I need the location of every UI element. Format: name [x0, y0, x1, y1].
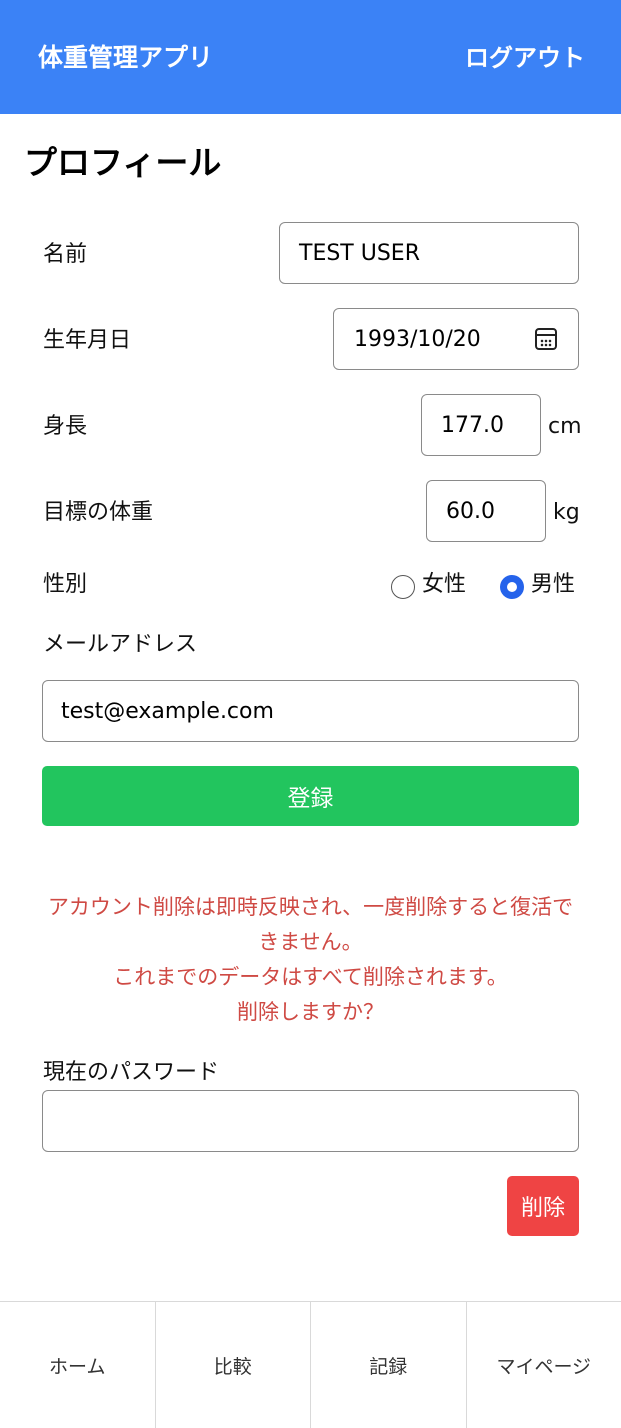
gender-label: 性別 [43, 572, 88, 597]
delete-warning-line-3: これまでのデータはすべて削除されます。 [113, 965, 508, 989]
delete-warning-line-2: きません。 [258, 930, 363, 954]
delete-account-button[interactable]: 削除 [507, 1176, 579, 1236]
logout-button[interactable]: ログアウト [465, 38, 585, 78]
birthdate-input-value: 1993/10/20 [354, 326, 481, 352]
email-input[interactable]: test@example.com [42, 680, 579, 742]
target-weight-input-value: 60.0 [446, 498, 495, 524]
password-input[interactable] [42, 1090, 579, 1152]
delete-warning-line-1: アカウント削除は即時反映され、一度削除すると復活で [47, 895, 574, 919]
register-button[interactable]: 登録 [42, 766, 579, 826]
height-unit: cm [548, 414, 582, 439]
nav-item-compare[interactable]: 比較 [156, 1302, 311, 1428]
email-label: メールアドレス [43, 632, 198, 657]
height-input-value: 177.0 [441, 412, 504, 438]
nav-item-home[interactable]: ホーム [0, 1302, 156, 1428]
radio-unchecked-icon[interactable] [391, 575, 415, 599]
nav-item-mypage[interactable]: マイページ [467, 1302, 621, 1428]
calendar-icon[interactable] [535, 328, 557, 350]
app-title: 体重管理アプリ [38, 43, 214, 72]
app-header: 体重管理アプリ ログアウト [0, 0, 621, 114]
name-label: 名前 [43, 242, 88, 267]
birthdate-label: 生年月日 [43, 328, 132, 353]
height-input[interactable]: 177.0 [421, 394, 541, 456]
radio-checked-icon[interactable] [500, 575, 524, 599]
delete-warning-line-4: 削除しますか？ [237, 1000, 384, 1024]
nav-item-records[interactable]: 記録 [311, 1302, 467, 1428]
password-label: 現在のパスワード [43, 1060, 220, 1085]
name-input[interactable]: TEST USER [279, 222, 579, 284]
target-weight-label: 目標の体重 [43, 500, 154, 525]
email-input-value: test@example.com [61, 698, 274, 724]
gender-option-female[interactable]: 女性 [422, 570, 466, 600]
birthdate-input[interactable]: 1993/10/20 [333, 308, 579, 370]
height-label: 身長 [43, 414, 88, 439]
bottom-nav: ホーム 比較 記録 マイページ [0, 1301, 621, 1428]
target-weight-input[interactable]: 60.0 [426, 480, 546, 542]
page-title: プロフィール [24, 143, 222, 182]
gender-option-male[interactable]: 男性 [531, 570, 575, 600]
target-weight-unit: kg [553, 500, 580, 525]
name-input-value: TEST USER [299, 240, 420, 266]
